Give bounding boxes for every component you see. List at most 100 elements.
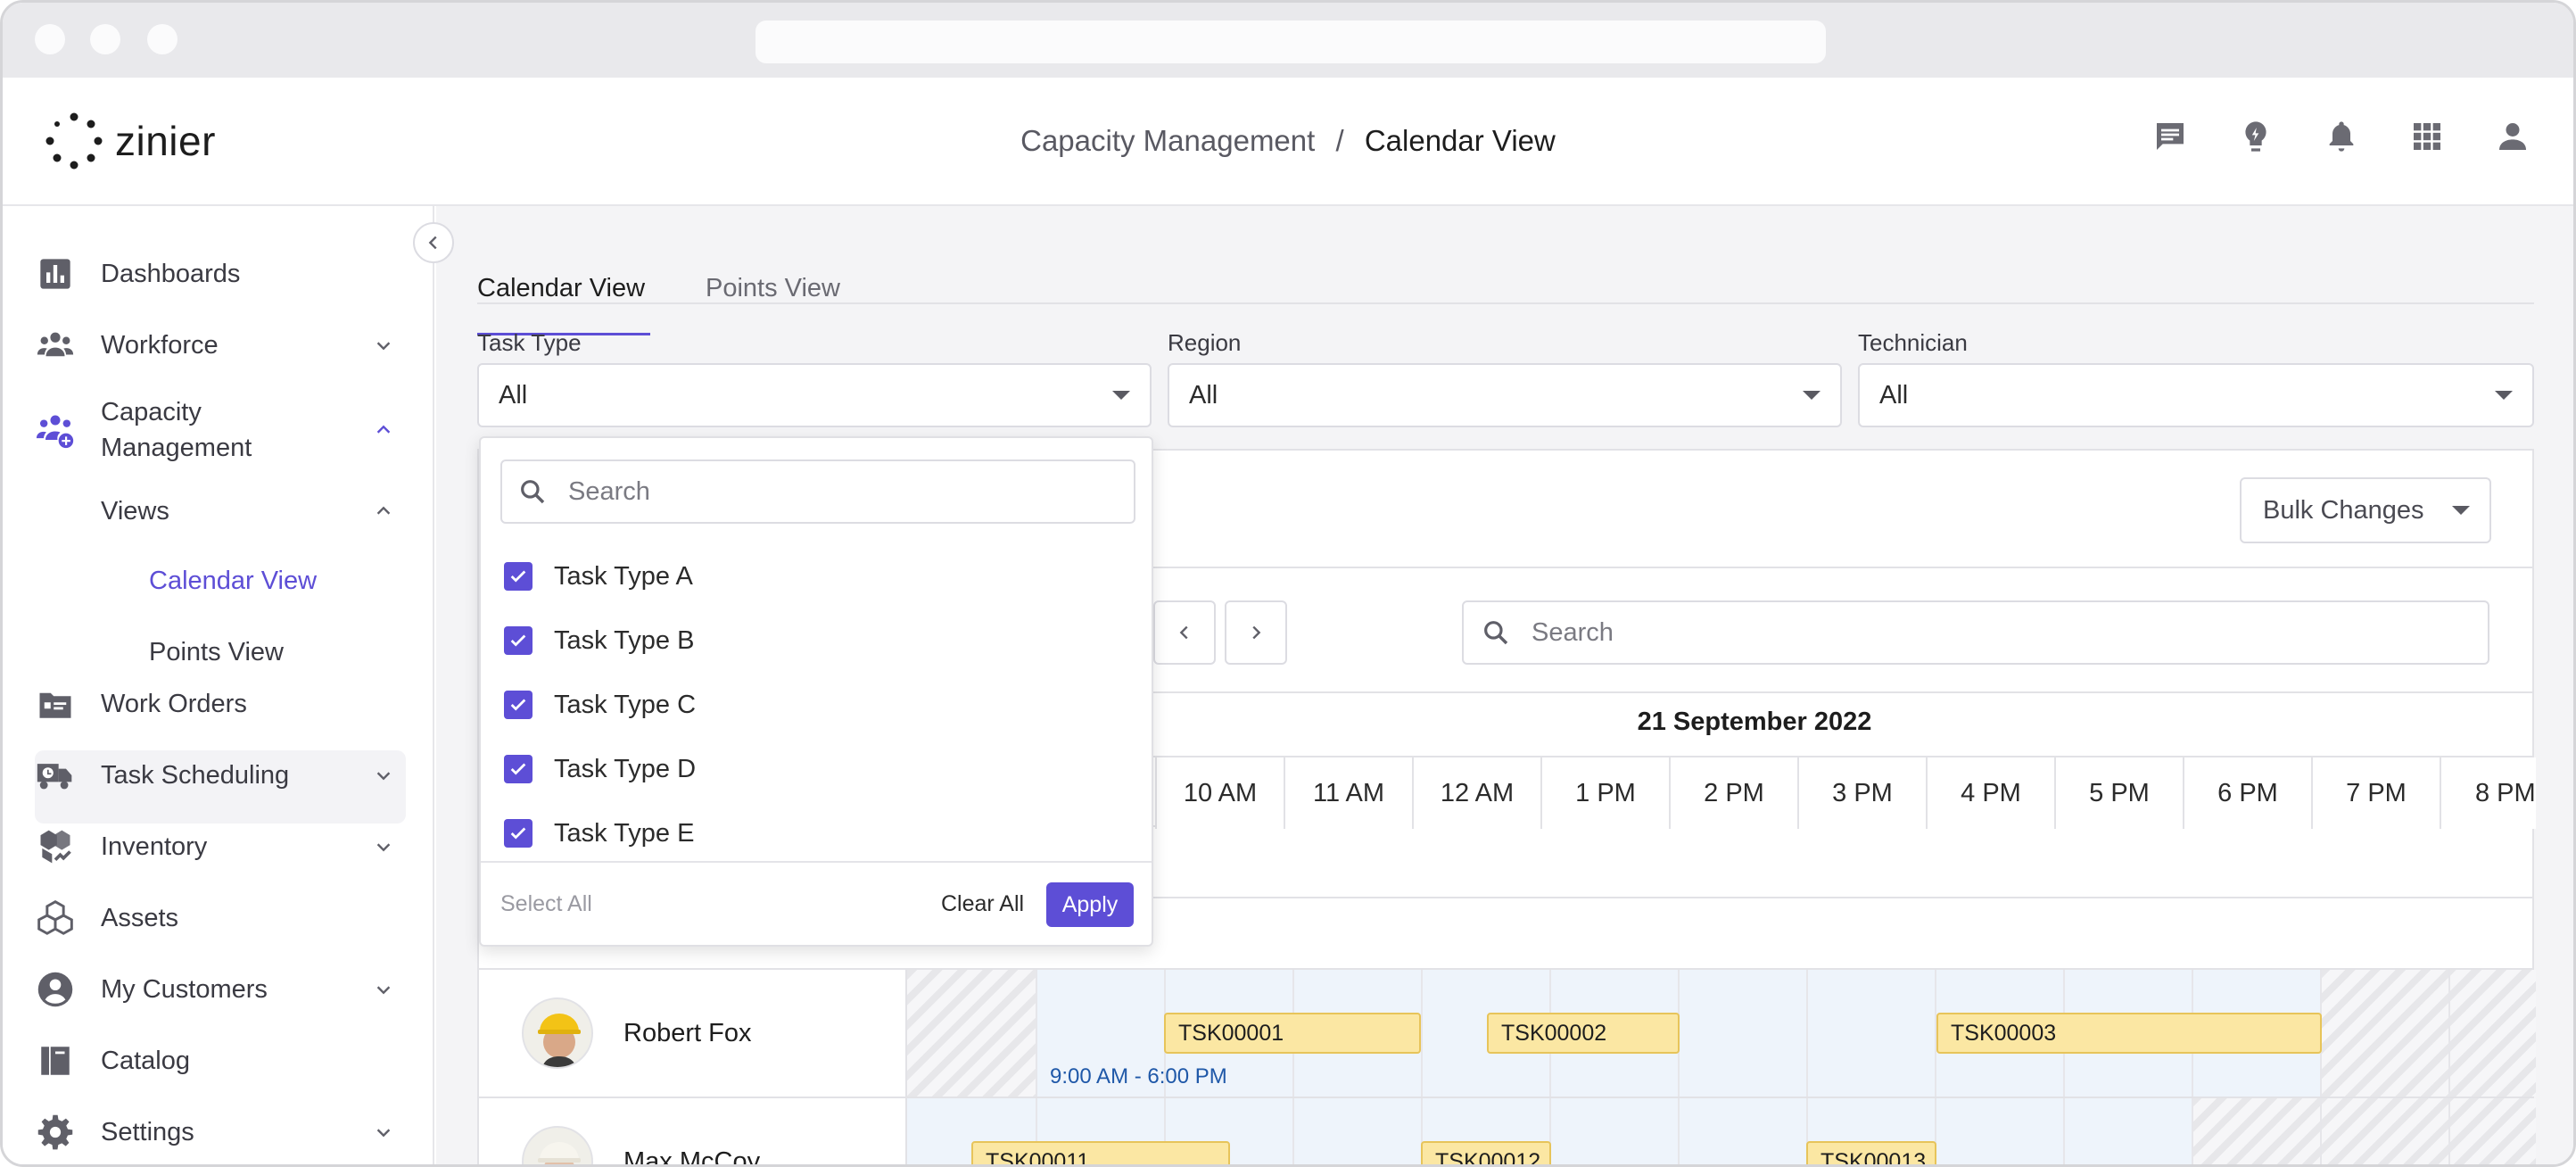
dropdown-option[interactable]: Task Type B: [504, 618, 694, 663]
hour-label: 4 PM: [1926, 757, 2054, 829]
tab-points-view[interactable]: Points View: [706, 274, 840, 303]
chevron-left-icon: [428, 236, 437, 250]
sidebar-item-settings[interactable]: Settings: [35, 1107, 409, 1157]
sidebar-views-group[interactable]: Views: [35, 486, 409, 536]
views-label: Views: [101, 496, 169, 526]
hour-label: 7 PM: [2311, 757, 2440, 829]
dropdown-option[interactable]: Task Type D: [504, 747, 696, 791]
task-card[interactable]: TSK00011: [971, 1141, 1230, 1164]
apps-grid-icon[interactable]: [2409, 119, 2445, 154]
bell-icon[interactable]: [2324, 119, 2359, 154]
lightbulb-icon[interactable]: [2238, 119, 2274, 154]
calendar-search-input[interactable]: Search: [1462, 600, 2489, 665]
technician-label: Technician: [1858, 329, 1968, 356]
sidebar-item-capacity-management[interactable]: Capacity Management: [35, 390, 409, 470]
calendar-date: 21 September 2022: [1637, 708, 1872, 736]
sidebar-item-dashboards[interactable]: Dashboards: [35, 249, 409, 299]
sidebar-collapse-button[interactable]: [413, 222, 454, 263]
technician-timeline: TSK00001 TSK00002 TSK00003 9:00 AM - 6:0…: [907, 970, 2536, 1097]
chevron-down-icon[interactable]: [370, 332, 397, 359]
sidebar-item-points-view[interactable]: Points View: [149, 638, 284, 667]
sidebar-item-calendar-view[interactable]: Calendar View: [149, 567, 317, 596]
sidebar-item-work-orders[interactable]: Work Orders: [35, 679, 409, 729]
region-value: All: [1189, 380, 1218, 410]
task-card[interactable]: TSK00012: [1421, 1141, 1551, 1164]
browser-chrome: [3, 3, 2573, 78]
sidebar-item-assets[interactable]: Assets: [35, 893, 409, 943]
hour-label: 11 AM: [1284, 757, 1412, 829]
unavailable-block: [2192, 1098, 2536, 1164]
technician-row[interactable]: Robert Fox TSK00001 TSK00002 TSK00003 9:…: [479, 968, 2536, 1097]
chevron-up-icon[interactable]: [370, 498, 397, 525]
gear-icon: [35, 1112, 76, 1153]
app-header: zinier Capacity Management / Calendar Vi…: [3, 78, 2573, 206]
hour-label: 5 PM: [2054, 757, 2183, 829]
search-icon: [521, 480, 545, 504]
caret-down-icon: [2495, 391, 2513, 400]
sidebar-item-workforce[interactable]: Workforce: [35, 320, 409, 370]
window-close-dot[interactable]: [35, 24, 65, 54]
sidebar-item-label: Dashboards: [101, 259, 241, 288]
chevron-down-icon[interactable]: [370, 976, 397, 1003]
apply-button[interactable]: Apply: [1046, 882, 1134, 927]
previous-day-button[interactable]: [1153, 600, 1216, 665]
region-select[interactable]: All: [1168, 363, 1842, 427]
region-label: Region: [1168, 329, 1242, 356]
next-day-button[interactable]: [1225, 600, 1287, 665]
user-icon[interactable]: [2495, 119, 2531, 154]
checkbox-checked-icon[interactable]: [504, 626, 533, 655]
hour-label: 1 PM: [1540, 757, 1669, 829]
tab-calendar-view[interactable]: Calendar View: [477, 274, 645, 303]
task-card[interactable]: TSK00002: [1487, 1013, 1680, 1054]
option-label: Task Type E: [554, 818, 695, 848]
task-card[interactable]: TSK00003: [1936, 1013, 2322, 1054]
sidebar-item-label: Settings: [101, 1117, 194, 1146]
checkbox-checked-icon[interactable]: [504, 819, 533, 848]
technician-row[interactable]: Max McCoy TSK00011 TSK00012 TSK00013: [479, 1097, 2536, 1167]
checkbox-checked-icon[interactable]: [504, 562, 533, 591]
hour-label: 10 AM: [1155, 757, 1284, 829]
chevron-down-icon[interactable]: [370, 1119, 397, 1146]
sidebar-item-label: My Customers: [101, 974, 268, 1004]
sidebar-item-catalog[interactable]: Catalog: [35, 1036, 409, 1086]
task-card[interactable]: TSK00001: [1164, 1013, 1421, 1054]
task-type-label: Task Type: [477, 329, 582, 356]
technician-select[interactable]: All: [1858, 363, 2534, 427]
sidebar-item-label: Capacity Management: [101, 398, 252, 462]
checkbox-checked-icon[interactable]: [504, 691, 533, 719]
chevron-up-icon[interactable]: [370, 417, 397, 443]
window-minimize-dot[interactable]: [90, 24, 120, 54]
sidebar-item-label: Workforce: [101, 330, 219, 360]
sidebar-item-my-customers[interactable]: My Customers: [35, 964, 409, 1014]
sidebar-item-inventory[interactable]: Inventory: [35, 822, 409, 872]
option-label: Task Type A: [554, 561, 693, 591]
clear-all-button[interactable]: Clear All: [941, 891, 1024, 917]
dropdown-option[interactable]: Task Type C: [504, 683, 696, 727]
technician-value: All: [1879, 380, 1909, 410]
technician-name: Max McCoy: [623, 1146, 761, 1167]
select-all-button[interactable]: Select All: [500, 891, 592, 917]
sidebar-item-label: Work Orders: [101, 689, 247, 718]
url-bar[interactable]: [755, 21, 1826, 63]
chart-icon: [35, 253, 76, 294]
breadcrumb-parent[interactable]: Capacity Management: [1020, 124, 1315, 157]
task-type-select[interactable]: All: [477, 363, 1152, 427]
breadcrumb-separator: /: [1335, 124, 1344, 157]
checkbox-checked-icon[interactable]: [504, 755, 533, 783]
technician-cell: Max McCoy: [479, 1098, 907, 1167]
option-label: Task Type D: [554, 754, 697, 783]
chevron-down-icon[interactable]: [370, 833, 397, 860]
sidebar-item-task-scheduling[interactable]: Task Scheduling: [35, 750, 409, 800]
bulk-changes-select[interactable]: Bulk Changes: [2240, 477, 2491, 543]
window-maximize-dot[interactable]: [147, 24, 178, 54]
people-icon: [35, 325, 76, 366]
chat-icon[interactable]: [2152, 119, 2188, 154]
dropdown-option[interactable]: Task Type A: [504, 554, 693, 599]
chevron-down-icon[interactable]: [370, 762, 397, 789]
task-card[interactable]: TSK00013: [1806, 1141, 1936, 1164]
sidebar-item-label: Inventory: [101, 832, 208, 861]
dropdown-option[interactable]: Task Type E: [504, 811, 694, 856]
dropdown-search-input[interactable]: Search: [500, 459, 1135, 524]
task-type-value: All: [499, 380, 528, 410]
hour-label: 3 PM: [1797, 757, 1926, 829]
